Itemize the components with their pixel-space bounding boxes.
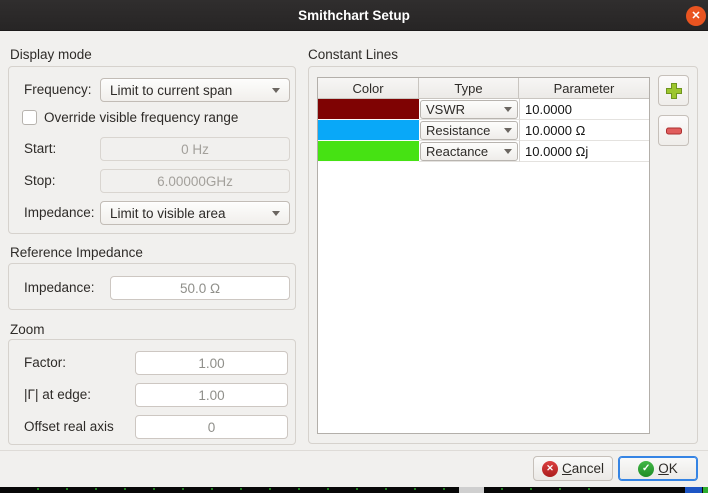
ok-button-label: OK bbox=[658, 461, 678, 476]
reference-impedance-input[interactable] bbox=[110, 276, 290, 300]
cancel-icon: ✕ bbox=[542, 461, 558, 477]
close-icon: ✕ bbox=[691, 11, 700, 22]
ok-button[interactable]: ✓ OK bbox=[618, 456, 698, 481]
zoom-factor-label: Factor: bbox=[24, 355, 66, 370]
add-line-button[interactable] bbox=[658, 75, 689, 106]
override-frequency-checkbox[interactable] bbox=[22, 110, 37, 125]
impedance-mode-label: Impedance: bbox=[24, 205, 95, 220]
ok-icon: ✓ bbox=[638, 461, 654, 477]
cancel-button[interactable]: ✕ Cancel bbox=[533, 456, 613, 481]
table-row: VSWR 10.0000 bbox=[318, 99, 649, 120]
offset-real-axis-label: Offset real axis bbox=[24, 419, 114, 434]
table-row: Reactance 10.0000 Ωj bbox=[318, 141, 649, 162]
constant-lines-section-label: Constant Lines bbox=[308, 47, 398, 62]
type-dropdown-value: Resistance bbox=[426, 123, 490, 138]
action-area-separator bbox=[0, 450, 708, 451]
type-dropdown[interactable]: Resistance bbox=[420, 121, 518, 140]
start-input[interactable] bbox=[100, 137, 290, 161]
gamma-at-edge-label: |Γ| at edge: bbox=[24, 387, 91, 402]
stop-label: Stop: bbox=[24, 173, 56, 188]
cancel-button-label: Cancel bbox=[562, 461, 604, 476]
titlebar[interactable]: Smithchart Setup ✕ bbox=[0, 0, 708, 31]
gamma-at-edge-input[interactable] bbox=[135, 383, 288, 407]
chevron-down-icon bbox=[504, 149, 512, 154]
color-swatch[interactable] bbox=[318, 141, 419, 162]
impedance-mode-dropdown-value: Limit to visible area bbox=[110, 206, 226, 221]
color-swatch[interactable] bbox=[318, 99, 419, 120]
type-dropdown-value: VSWR bbox=[426, 102, 465, 117]
zoom-section-label: Zoom bbox=[10, 322, 45, 337]
start-label: Start: bbox=[24, 141, 56, 156]
window-title: Smithchart Setup bbox=[298, 8, 410, 23]
zoom-factor-input[interactable] bbox=[135, 351, 288, 375]
smithchart-setup-dialog: Smithchart Setup ✕ Display mode Frequenc… bbox=[0, 0, 708, 493]
chevron-down-icon bbox=[504, 107, 512, 112]
type-dropdown[interactable]: VSWR bbox=[420, 100, 518, 119]
remove-line-button[interactable] bbox=[658, 115, 689, 146]
parameter-cell[interactable]: 10.0000 bbox=[519, 99, 649, 120]
parameter-cell[interactable]: 10.0000 Ωj bbox=[519, 141, 649, 162]
column-header-parameter[interactable]: Parameter bbox=[519, 78, 649, 99]
display-mode-section-label: Display mode bbox=[10, 47, 92, 62]
frequency-label: Frequency: bbox=[24, 82, 92, 97]
parameter-cell[interactable]: 10.0000 Ω bbox=[519, 120, 649, 141]
chevron-down-icon bbox=[504, 128, 512, 133]
frequency-dropdown-value: Limit to current span bbox=[110, 83, 232, 98]
close-button[interactable]: ✕ bbox=[686, 6, 706, 26]
column-header-type[interactable]: Type bbox=[419, 78, 519, 99]
impedance-mode-dropdown[interactable]: Limit to visible area bbox=[100, 201, 290, 225]
type-dropdown[interactable]: Reactance bbox=[420, 142, 518, 161]
plus-icon bbox=[664, 81, 684, 101]
reference-impedance-section-label: Reference Impedance bbox=[10, 245, 143, 260]
type-dropdown-value: Reactance bbox=[426, 144, 488, 159]
offset-real-axis-input[interactable] bbox=[135, 415, 288, 439]
constant-lines-table-header: Color Type Parameter bbox=[318, 78, 649, 99]
override-frequency-label: Override visible frequency range bbox=[44, 110, 238, 125]
chevron-down-icon bbox=[272, 88, 280, 93]
reference-impedance-label: Impedance: bbox=[24, 280, 95, 295]
minus-icon bbox=[664, 121, 684, 141]
chevron-down-icon bbox=[272, 211, 280, 216]
stop-input[interactable] bbox=[100, 169, 290, 193]
color-swatch[interactable] bbox=[318, 120, 419, 141]
column-header-color[interactable]: Color bbox=[318, 78, 419, 99]
table-row: Resistance 10.0000 Ω bbox=[318, 120, 649, 141]
background-strip bbox=[0, 487, 708, 493]
frequency-dropdown[interactable]: Limit to current span bbox=[100, 78, 290, 102]
constant-lines-table: Color Type Parameter VSWR 10.0000 Resist… bbox=[317, 77, 650, 434]
